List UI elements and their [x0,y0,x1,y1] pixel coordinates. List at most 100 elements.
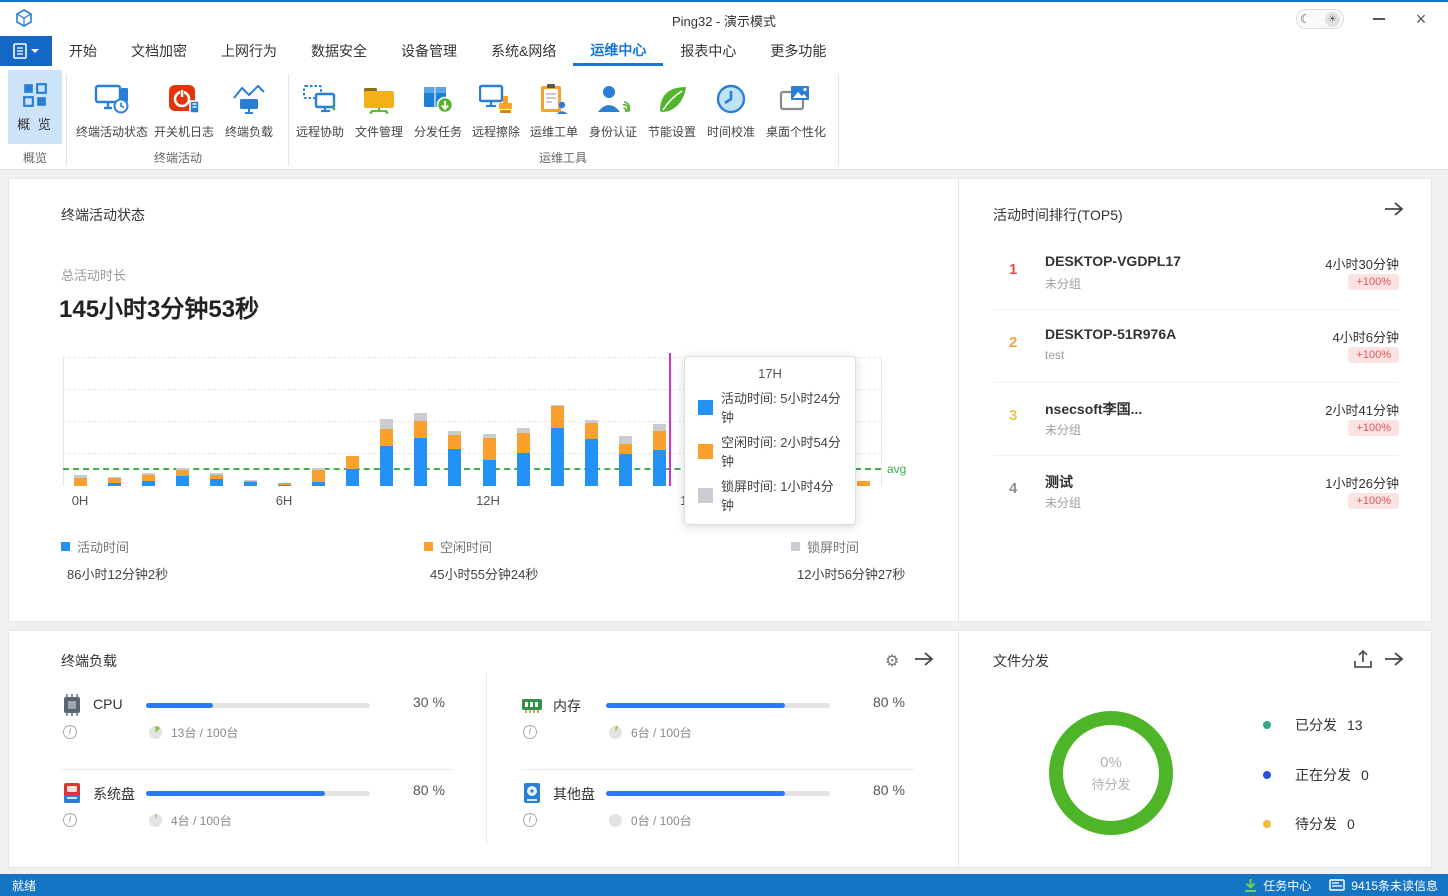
legend-idle-time[interactable]: 空闲时间 45小时55分钟24秒 [424,537,538,583]
unread-messages-button[interactable]: 9415条未读信息 [1329,877,1438,894]
ribbon-button-work-order[interactable]: 运维工单 [526,70,582,148]
tab-gengduogongneng[interactable]: 更多功能 [753,36,843,66]
power-log-icon [168,78,200,120]
ribbon-button-identity-auth[interactable]: 身份认证 [582,70,644,148]
ribbon-toolbar: 概 览 终端活动状态 开关机日志 终端负载 远程协助 文件管理 [0,66,1448,170]
bar-hour-4[interactable] [210,473,223,486]
window-title: Ping32 - 演示模式 [0,11,1448,30]
ranking-row-4[interactable]: 4 测试 未分组 1小时26分钟 +100% [959,456,1433,529]
info-icon[interactable]: i [523,725,537,739]
info-icon[interactable]: i [63,725,77,739]
tab-wendangjiami[interactable]: 文档加密 [114,36,204,66]
bar-hour-15[interactable] [585,420,598,486]
minimize-icon [1373,18,1385,20]
bar-hour-9[interactable] [380,419,393,486]
panel-file-distribution: 文件分发 0% 待分发 已分发 13 正在分发 0 [958,630,1432,868]
duration-value: 1小时26分钟 [1325,473,1399,492]
mini-pie-icon [149,814,162,827]
bar-hour-5[interactable] [244,480,257,486]
rank-number: 4 [1009,480,1017,497]
ribbon-button-power-log[interactable]: 开关机日志 [152,70,216,148]
gauge-count: 13台 / 100台 [171,724,238,741]
terminal-group: 未分组 [1045,421,1081,438]
info-icon[interactable]: i [63,813,77,827]
ribbon-button-energy-saving[interactable]: 节能设置 [644,70,700,148]
ribbon-button-file-manage[interactable]: 文件管理 [348,70,410,148]
donut-center-label: 待分发 [1091,774,1130,793]
legend-locked-time[interactable]: 锁屏时间 12小时56分钟27秒 [791,537,905,583]
bar-hour-13[interactable] [517,428,530,486]
mini-pie-icon [609,726,622,739]
ribbon-group-divider [838,74,839,166]
tab-baobiaozhongxin[interactable]: 报表中心 [663,36,753,66]
bar-hour-16[interactable] [619,436,632,486]
ribbon-buttons: 终端活动状态 开关机日志 终端负载 远程协助 文件管理 分发任务 [72,70,830,148]
envelope-icon [1329,879,1345,891]
bar-hour-3[interactable] [176,468,189,486]
ranking-row-2[interactable]: 2 DESKTOP-51R976A test 4小时6分钟 +100% [959,310,1433,383]
remote-assist-icon [303,78,337,120]
gauge-cpu: CPU 30 % i 13台 / 100台 [61,689,454,769]
ribbon-button-remote-assist[interactable]: 远程协助 [292,70,348,148]
file-dist-more-arrow[interactable] [1383,651,1405,667]
ranking-more-arrow[interactable] [1383,201,1405,217]
gauge-percent: 80 % [413,782,469,798]
info-icon[interactable]: i [523,813,537,827]
moon-icon[interactable]: ☾ [1300,13,1311,25]
sun-icon[interactable]: ☀ [1325,12,1340,27]
legend-active-time[interactable]: 活动时间 86小时12分钟2秒 [61,537,168,583]
distributing-dot-icon [1263,771,1271,779]
grid-overview-icon [22,82,48,108]
load-more-arrow[interactable] [913,651,935,667]
tab-shebeiguanli[interactable]: 设备管理 [384,36,474,66]
tab-xitongwangluo[interactable]: 系统&网络 [474,36,573,66]
bar-hour-10[interactable] [414,413,427,486]
bar-hour-12[interactable] [483,434,496,486]
distributed-count: 13 [1347,717,1363,733]
load-settings-gear-icon[interactable]: ⚙ [885,651,899,671]
bar-hour-23[interactable] [857,481,870,486]
bar-hour-11[interactable] [448,431,461,486]
ribbon-button-desktop-personalize[interactable]: 桌面个性化 [762,70,830,148]
main-content: 终端活动状态 总活动时长 145小时3分钟53秒 0H 6H 12H 18H a… [0,170,1448,874]
app-window: Ping32 - 演示模式 ☾ ☀ × 开始 文档加密 上网行为 数据安全 设备… [0,0,1448,896]
theme-toggle[interactable]: ☾ ☀ [1296,9,1344,29]
minimize-button[interactable] [1362,6,1396,32]
x-tick-12h: 12H [466,493,510,508]
distribute-upload-icon[interactable] [1353,649,1373,669]
tab-yunweizhongxin[interactable]: 运维中心 [573,36,663,66]
mini-pie-icon [609,814,622,827]
active-total-value: 86小时12分钟2秒 [67,564,168,583]
task-center-button[interactable]: 任务中心 [1244,877,1311,894]
panel-title: 活动时间排行(TOP5) [993,205,1123,225]
main-menu-button[interactable] [0,36,52,66]
bar-hour-1[interactable] [108,477,121,486]
row-divider [521,769,914,770]
tab-kaishi[interactable]: 开始 [52,36,114,66]
tab-shangwangxingwei[interactable]: 上网行为 [204,36,294,66]
document-menu-icon [13,43,27,59]
chevron-down-icon [31,49,39,53]
bar-hour-17[interactable] [653,424,666,486]
ribbon-button-distribute-task[interactable]: 分发任务 [410,70,466,148]
ranking-row-1[interactable]: 1 DESKTOP-VGDPL17 未分组 4小时30分钟 +100% [959,237,1433,310]
ribbon-button-terminal-load[interactable]: 终端负载 [216,70,282,148]
bar-hour-2[interactable] [142,473,155,486]
distribution-donut-chart: 0% 待分发 [1049,711,1173,835]
ribbon-button-time-calibration[interactable]: 时间校准 [700,70,762,148]
delta-badge: +100% [1348,420,1399,436]
close-button[interactable]: × [1404,6,1438,32]
panel-title: 文件分发 [993,651,1049,671]
ribbon-button-terminal-activity[interactable]: 终端活动状态 [72,70,152,148]
tab-shujuanquan[interactable]: 数据安全 [294,36,384,66]
bar-hour-0[interactable] [74,475,87,486]
bar-hour-7[interactable] [312,468,325,486]
ranking-row-3[interactable]: 3 nsecsoft李国... 未分组 2小时41分钟 +100% [959,383,1433,456]
other-disk-progress-bar [606,791,830,796]
gauge-count: 6台 / 100台 [631,724,692,741]
ribbon-button-remote-wipe[interactable]: 远程擦除 [466,70,526,148]
bar-hour-8[interactable] [346,456,359,486]
ribbon-button-overview[interactable]: 概 览 [8,70,62,144]
bar-hour-6[interactable] [278,483,291,486]
bar-hour-14[interactable] [551,405,564,486]
